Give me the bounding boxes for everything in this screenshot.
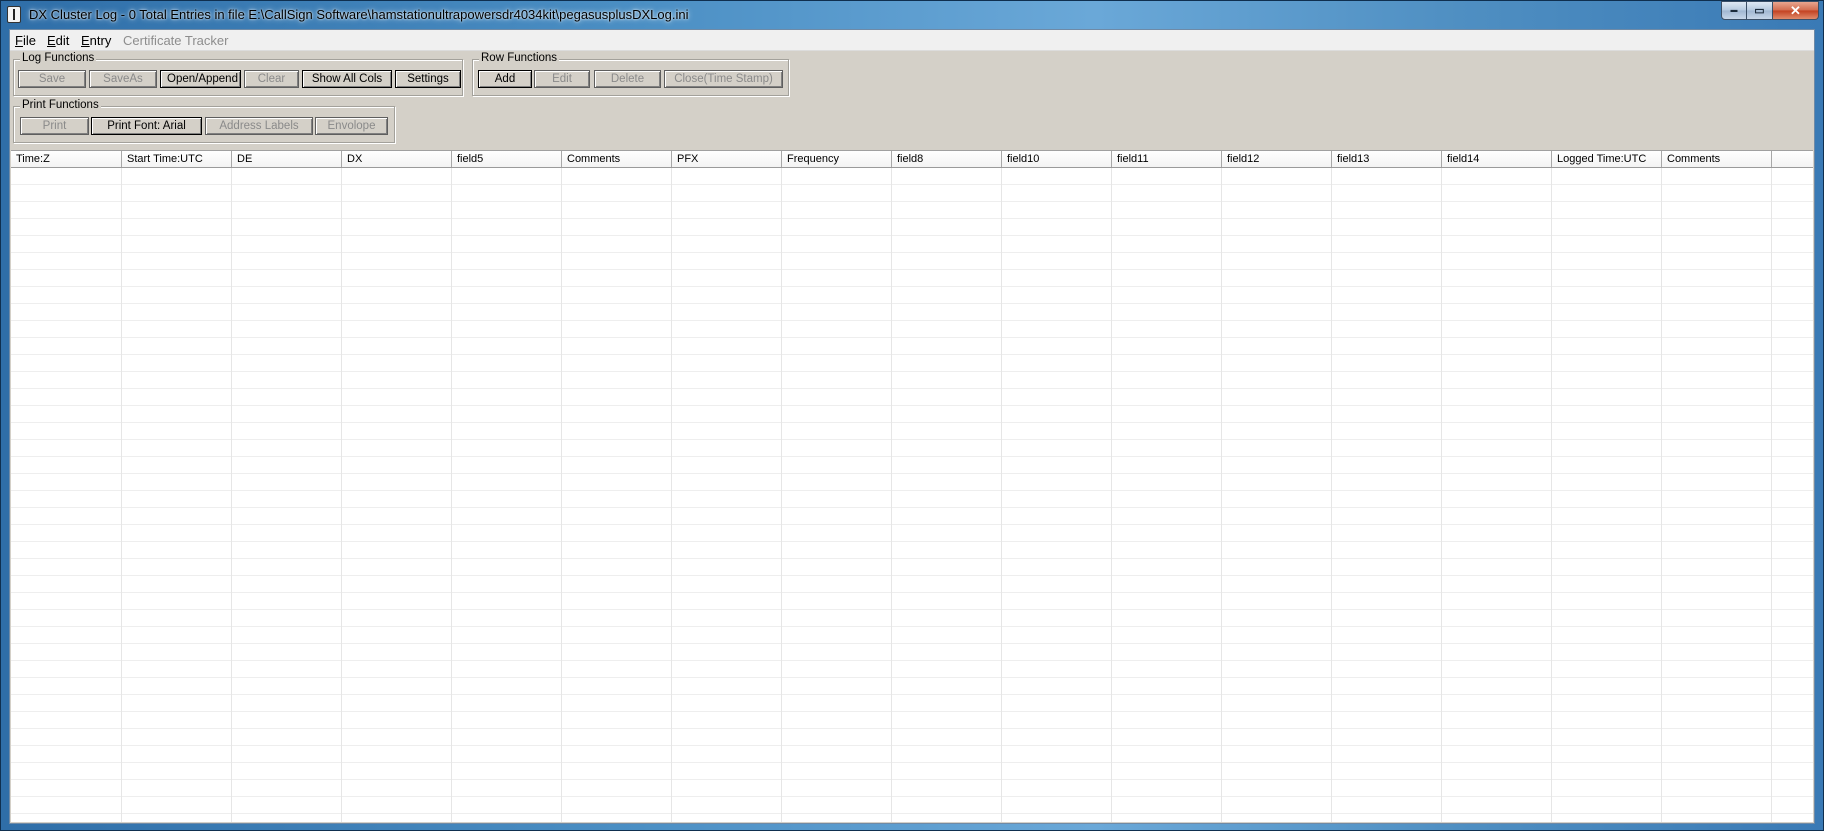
column-header-field10[interactable]: field10 (1002, 151, 1112, 167)
column-header-comments-2[interactable]: Comments (1662, 151, 1772, 167)
clear-button[interactable]: Clear (244, 70, 299, 88)
column-divider (781, 168, 782, 822)
column-divider (1441, 168, 1442, 822)
open-append-button[interactable]: Open/Append (160, 70, 241, 88)
column-divider (121, 168, 122, 822)
envelope-button[interactable]: Envolope (315, 117, 388, 135)
title-bar[interactable]: DX Cluster Log - 0 Total Entries in file… (1, 1, 1824, 29)
menu-certificate-tracker[interactable]: Certificate Tracker (123, 33, 228, 48)
maximize-icon: ▭ (1754, 5, 1765, 17)
save-button[interactable]: Save (18, 70, 86, 88)
column-header-dx[interactable]: DX (342, 151, 452, 167)
column-divider (1661, 168, 1662, 822)
column-header-field11[interactable]: field11 (1112, 151, 1222, 167)
log-functions-label: Log Functions (20, 52, 97, 64)
delete-row-button[interactable]: Delete (594, 70, 661, 88)
column-divider (1771, 168, 1772, 822)
minimize-icon: ▬ (1730, 7, 1738, 14)
log-functions-group: Log Functions Save SaveAs Open/Append Cl… (13, 52, 463, 96)
column-divider (671, 168, 672, 822)
column-header-logged-time[interactable]: Logged Time:UTC (1552, 151, 1662, 167)
minimize-button[interactable]: ▬ (1721, 1, 1747, 20)
menu-file[interactable]: File (15, 33, 36, 48)
grid-header: Time:Z Start Time:UTC DE DX field5 Comme… (11, 151, 1813, 168)
address-labels-button[interactable]: Address Labels (205, 117, 313, 135)
column-header-time-z[interactable]: Time:Z (11, 151, 122, 167)
row-functions-group: Row Functions Add Edit Delete Close(Time… (472, 52, 789, 96)
edit-row-button[interactable]: Edit (534, 70, 590, 88)
settings-button[interactable]: Settings (395, 70, 461, 88)
window-title: DX Cluster Log - 0 Total Entries in file… (29, 7, 689, 22)
print-functions-group: Print Functions Print Print Font: Arial … (13, 99, 395, 143)
close-icon: ✕ (1790, 2, 1801, 18)
column-divider (451, 168, 452, 822)
print-functions-label: Print Functions (20, 99, 101, 111)
column-header-field12[interactable]: field12 (1222, 151, 1332, 167)
column-header-field13[interactable]: field13 (1332, 151, 1442, 167)
menu-edit[interactable]: Edit (47, 33, 69, 48)
menu-bar: File Edit Entry Certificate Tracker (10, 30, 1814, 51)
maximize-button[interactable]: ▭ (1747, 1, 1773, 20)
column-divider (1221, 168, 1222, 822)
column-header-pfx[interactable]: PFX (672, 151, 782, 167)
app-icon (7, 6, 21, 23)
print-font-button[interactable]: Print Font: Arial (91, 117, 202, 135)
column-divider (561, 168, 562, 822)
column-header-field14[interactable]: field14 (1442, 151, 1552, 167)
column-header-field8[interactable]: field8 (892, 151, 1002, 167)
client-area: File Edit Entry Certificate Tracker Log … (9, 29, 1815, 824)
column-header-start-time[interactable]: Start Time:UTC (122, 151, 232, 167)
column-header-frequency[interactable]: Frequency (782, 151, 892, 167)
column-divider (1111, 168, 1112, 822)
grid-body[interactable] (11, 168, 1813, 822)
app-window: DX Cluster Log - 0 Total Entries in file… (0, 0, 1824, 831)
log-grid[interactable]: Time:Z Start Time:UTC DE DX field5 Comme… (11, 150, 1813, 822)
column-header-de[interactable]: DE (232, 151, 342, 167)
add-row-button[interactable]: Add (478, 70, 532, 88)
column-divider (341, 168, 342, 822)
column-header-comments[interactable]: Comments (562, 151, 672, 167)
print-button[interactable]: Print (20, 117, 89, 135)
column-divider (891, 168, 892, 822)
menu-entry[interactable]: Entry (81, 33, 111, 48)
show-all-cols-button[interactable]: Show All Cols (302, 70, 392, 88)
close-time-stamp-button[interactable]: Close(Time Stamp) (664, 70, 783, 88)
save-as-button[interactable]: SaveAs (89, 70, 157, 88)
column-divider (1331, 168, 1332, 822)
close-button[interactable]: ✕ (1773, 1, 1819, 20)
column-header-field5[interactable]: field5 (452, 151, 562, 167)
column-divider (1001, 168, 1002, 822)
column-divider (1551, 168, 1552, 822)
window-controls: ▬ ▭ ✕ (1721, 1, 1819, 21)
row-functions-label: Row Functions (479, 52, 560, 64)
column-divider (231, 168, 232, 822)
